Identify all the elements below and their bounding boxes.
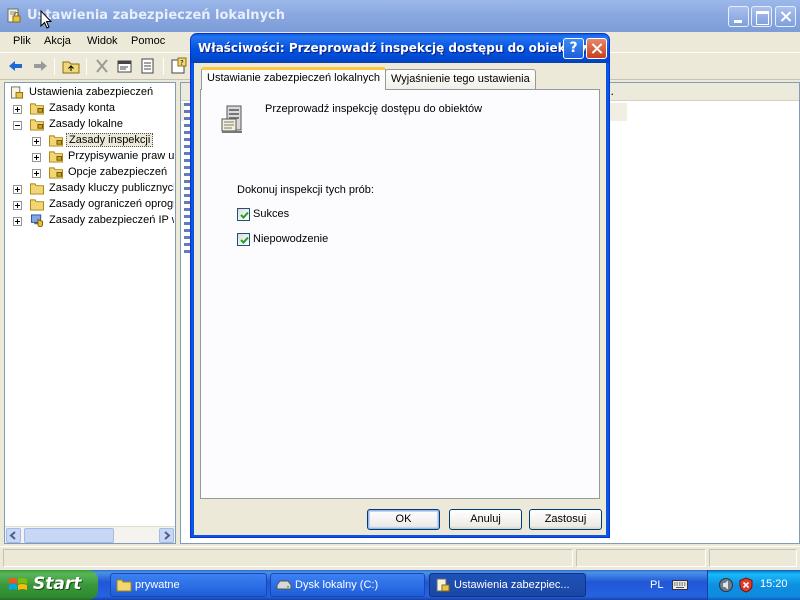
expand-plus-icon[interactable] — [13, 185, 22, 194]
expand-plus-icon[interactable] — [32, 137, 41, 146]
success-label: Sukces — [253, 208, 290, 220]
delete-icon[interactable] — [92, 57, 112, 75]
tree-horizontal-scrollbar[interactable] — [5, 526, 175, 543]
apply-button[interactable]: Zastosuj — [529, 509, 602, 530]
clock[interactable]: 15:20 — [760, 578, 788, 590]
menu-widok[interactable]: Widok — [87, 35, 118, 47]
window-title: Ustawienia zabezpieczeń lokalnych — [27, 8, 286, 23]
maximize-button[interactable] — [751, 6, 772, 27]
taskbar: Start prywatne Dysk lokalny (C:) Ustawie… — [0, 570, 800, 600]
folder-icon — [116, 579, 132, 592]
properties-dialog: Właściwości: Przeprowadź inspekcję dostę… — [190, 33, 610, 538]
status-segment — [709, 549, 797, 567]
success-checkbox[interactable] — [237, 208, 250, 221]
task-ustawienia-zabezpieczen[interactable]: Ustawienia zabezpiec... — [429, 573, 586, 597]
windows-logo-icon — [9, 578, 27, 590]
status-bar — [0, 546, 800, 568]
task-dysk-lokalny[interactable]: Dysk lokalny (C:) — [270, 573, 425, 597]
ok-button[interactable]: OK — [367, 509, 440, 530]
minimize-button[interactable] — [728, 6, 749, 27]
tab-panel: Przeprowadź inspekcję dostępu do obiektó… — [200, 89, 600, 499]
back-arrow-icon[interactable] — [6, 57, 26, 75]
help-button[interactable]: ? — [563, 38, 584, 59]
properties-icon[interactable] — [115, 57, 135, 75]
toolbar-separator — [54, 58, 55, 75]
checkmark-icon — [240, 211, 249, 219]
dialog-close-button[interactable] — [586, 38, 607, 59]
toolbar-separator — [86, 58, 87, 75]
task-prywatne[interactable]: prywatne — [110, 573, 267, 597]
dialog-body: Ustawianie zabezpieczeń lokalnych Wyjaśn… — [194, 63, 606, 535]
expand-plus-icon[interactable] — [32, 169, 41, 178]
expand-plus-icon[interactable] — [13, 105, 22, 114]
security-settings-icon — [10, 86, 24, 99]
menu-akcja[interactable]: Akcja — [44, 35, 71, 47]
toolbar-separator — [163, 58, 164, 75]
tree-root[interactable]: Ustawienia zabezpieczeń — [9, 85, 174, 101]
expand-plus-icon[interactable] — [13, 217, 22, 226]
svg-text:?: ? — [180, 59, 184, 67]
tree-item-zasady-kluczy[interactable]: Zasady kluczy publicznych — [13, 181, 174, 197]
export-list-icon[interactable] — [138, 57, 158, 75]
close-button[interactable] — [775, 6, 796, 27]
security-settings-icon — [7, 8, 21, 23]
tree-item-zasady-ip[interactable]: Zasady zabezpieczeń IP w — [13, 213, 174, 229]
tree-item-przypisywanie-praw[interactable]: Przypisywanie praw uż — [32, 149, 174, 165]
policy-name: Przeprowadź inspekcję dostępu do obiektó… — [265, 103, 483, 115]
tree-item-zasady-konta[interactable]: Zasady konta — [13, 101, 173, 117]
ip-security-icon — [30, 214, 44, 227]
failure-label: Niepowodzenie — [253, 233, 329, 245]
scroll-right-icon[interactable] — [159, 528, 174, 543]
expand-minus-icon[interactable] — [13, 121, 22, 130]
folder-lock-icon — [30, 103, 44, 115]
dialog-title-bar[interactable]: Właściwości: Przeprowadź inspekcję dostę… — [191, 34, 609, 63]
up-folder-icon[interactable] — [61, 57, 81, 75]
start-button[interactable]: Start — [0, 570, 98, 600]
keyboard-icon[interactable] — [672, 579, 688, 591]
tree-pane[interactable]: Ustawienia zabezpieczeń Zasady konta Zas… — [4, 82, 176, 544]
cancel-button[interactable]: Anuluj — [449, 509, 522, 530]
system-tray: 15:20 — [707, 570, 800, 600]
tree-item-zasady-lokalne[interactable]: Zasady lokalne — [13, 117, 173, 133]
forward-arrow-icon[interactable] — [30, 57, 50, 75]
policy-server-icon — [221, 105, 242, 133]
folder-icon — [30, 183, 44, 195]
expand-plus-icon[interactable] — [32, 153, 41, 162]
mouse-cursor-icon — [40, 10, 52, 29]
audit-label: Dokonuj inspekcji tych prób: — [237, 184, 374, 196]
tree-item-zasady-ograniczen[interactable]: Zasady ograniczeń oprogr — [13, 197, 174, 213]
language-indicator[interactable]: PL — [650, 579, 663, 591]
failure-checkbox[interactable] — [237, 233, 250, 246]
scroll-thumb[interactable] — [24, 528, 114, 543]
security-settings-icon — [436, 578, 450, 592]
help-icon[interactable]: ? — [169, 57, 189, 75]
status-segment — [3, 549, 573, 567]
status-segment — [576, 549, 706, 567]
folder-lock-icon — [49, 167, 63, 179]
tree-item-zasady-inspekcji[interactable]: Zasady inspekcji — [32, 133, 174, 149]
security-shield-icon[interactable] — [738, 577, 754, 593]
speaker-icon[interactable] — [718, 577, 734, 593]
menu-plik[interactable]: Plik — [13, 35, 31, 47]
dialog-title: Właściwości: Przeprowadź inspekcję dostę… — [198, 41, 591, 55]
menu-pomoc[interactable]: Pomoc — [131, 35, 165, 47]
drive-icon — [276, 580, 292, 590]
scroll-left-icon[interactable] — [6, 528, 21, 543]
main-title-bar[interactable]: Ustawienia zabezpieczeń lokalnych — [0, 0, 800, 32]
checkmark-icon — [240, 236, 249, 244]
folder-lock-icon — [49, 151, 63, 163]
folder-icon — [30, 199, 44, 211]
start-label: Start — [33, 574, 82, 594]
folder-lock-icon — [30, 119, 44, 131]
folder-lock-icon — [49, 135, 63, 147]
tree-item-opcje-zabezpieczen[interactable]: Opcje zabezpieczeń — [32, 165, 174, 181]
tab-explain-setting[interactable]: Wyjaśnienie tego ustawienia — [385, 69, 536, 89]
expand-plus-icon[interactable] — [13, 201, 22, 210]
tab-local-security-setting[interactable]: Ustawianie zabezpieczeń lokalnych — [201, 67, 387, 90]
